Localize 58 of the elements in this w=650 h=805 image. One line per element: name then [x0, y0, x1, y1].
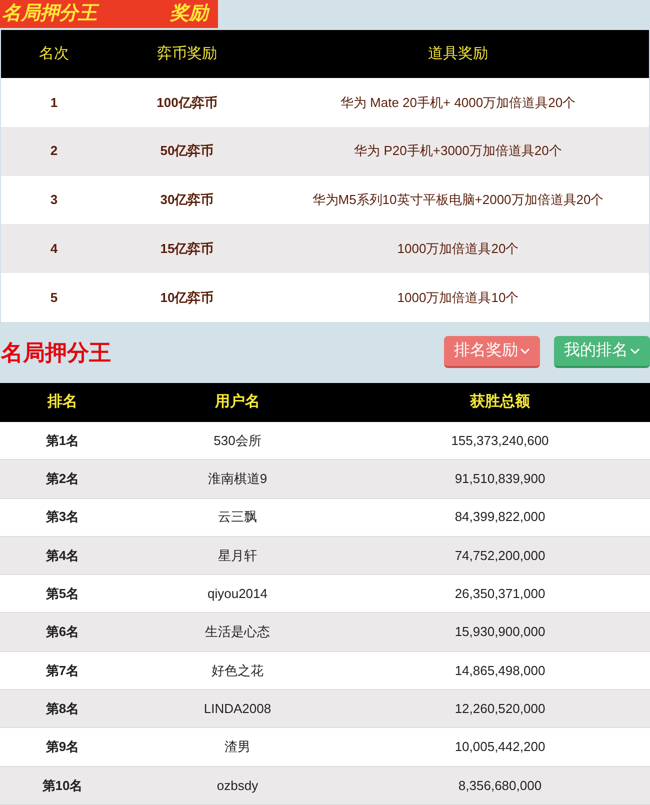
- table-cell-text: 12,260,520,000: [454, 700, 546, 718]
- table-cell-text: 华为 P20手机+3000万加倍道具20个: [353, 142, 563, 160]
- table-cell-text: 84,399,822,000: [454, 508, 546, 526]
- table-cell-text: 15亿弈币: [159, 240, 215, 258]
- table-cell-text: 第10名: [41, 776, 84, 795]
- table-cell-text: 4: [49, 240, 59, 258]
- table-cell-text: 星月轩: [217, 546, 258, 565]
- table-cell-text: 74,752,200,000: [454, 546, 546, 565]
- table-cell-text: 华为M5系列10英寸平板电脑+2000万加倍道具20个: [311, 191, 605, 210]
- table-cell-text: 渣男: [224, 738, 252, 756]
- column-header: 获胜总额: [469, 392, 531, 412]
- table-cell-text: 第9名: [44, 738, 80, 756]
- table-cell-text: 第6名: [44, 623, 80, 642]
- chevron-down-icon: [630, 348, 640, 354]
- table-cell-text: 华为 Mate 20手机+ 4000万加倍道具20个: [339, 94, 577, 112]
- table-cell-text: 5: [49, 288, 59, 307]
- table-cell-text: 8,356,680,000: [457, 776, 543, 795]
- section-title: 名局押分王: [1, 338, 111, 367]
- table-cell-text: 第3名: [44, 508, 80, 526]
- table-cell-text: 生活是心态: [204, 623, 271, 642]
- table-cell-text: 1000万加倍道具20个: [396, 240, 520, 258]
- column-header: 名次: [38, 44, 70, 64]
- dropdown-button[interactable]: 我的排名: [554, 336, 650, 368]
- table-cell-text: 第1名: [44, 432, 80, 450]
- table-cell-text: 第5名: [44, 585, 80, 604]
- table-cell-text: 14,865,498,000: [454, 662, 546, 680]
- table-cell-text: 第4名: [44, 546, 80, 565]
- table-cell-text: 淮南棋道9: [206, 470, 268, 488]
- dropdown-button[interactable]: 排名奖励: [444, 336, 540, 368]
- table-cell-text: 云三飘: [217, 508, 258, 526]
- table-cell-text: 第7名: [44, 662, 80, 680]
- table-cell-text: 50亿弈币: [159, 142, 215, 160]
- table-cell-text: 1000万加倍道具10个: [396, 288, 520, 307]
- table-cell-text: 第2名: [44, 470, 80, 488]
- column-header: 排名: [46, 392, 78, 412]
- table-cell-text: 91,510,839,900: [454, 470, 546, 488]
- table-cell-text: 3: [49, 191, 59, 210]
- column-header: 弈币奖励: [156, 44, 218, 64]
- table-cell-text: 好色之花: [210, 662, 264, 680]
- banner-title: 名局押分王: [2, 0, 97, 28]
- column-header: 道具奖励: [427, 44, 489, 64]
- table-cell-text: 530会所: [212, 432, 262, 450]
- column-header: 用户名: [214, 392, 261, 412]
- table-cell-text: qiyou2014: [206, 585, 268, 604]
- table-cell-text: 10,005,442,200: [454, 738, 546, 756]
- table-cell-text: 30亿弈币: [159, 191, 215, 210]
- table-cell-text: 第8名: [44, 700, 80, 718]
- table-cell-text: LINDA2008: [202, 700, 272, 718]
- table-cell-text: 2: [49, 142, 59, 160]
- table-cell-text: 100亿弈币: [156, 94, 218, 112]
- table-cell-text: 1: [49, 94, 59, 112]
- table-cell-text: 15,930,900,000: [454, 623, 546, 642]
- chevron-down-icon: [520, 348, 530, 354]
- table-cell-text: 155,373,240,600: [450, 432, 550, 450]
- table-cell-text: 26,350,371,000: [454, 585, 546, 604]
- table-cell-text: ozbsdy: [216, 776, 260, 795]
- table-cell-text: 10亿弈币: [159, 288, 215, 307]
- banner-subtitle: 奖励: [170, 2, 208, 26]
